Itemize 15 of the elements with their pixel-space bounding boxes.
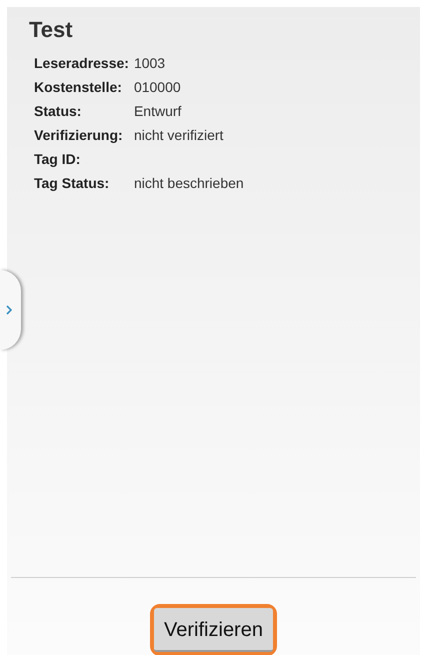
field-value: nicht verifiziert — [134, 126, 224, 145]
field-label: Verifizierung: — [34, 126, 124, 145]
drawer-handle[interactable] — [0, 270, 21, 350]
field-label: Kostenstelle: — [34, 78, 123, 97]
field-value: nicht beschrieben — [134, 174, 245, 193]
field-label: Tag Status: — [34, 174, 110, 193]
chevron-right-icon — [6, 305, 12, 315]
field-value: 010000 — [134, 78, 182, 97]
page-title: Test — [28, 16, 74, 44]
field-value: Entwurf — [134, 102, 182, 121]
verify-button[interactable]: Verifizieren — [150, 604, 277, 655]
field-label: Status: — [34, 102, 82, 121]
field-value: 1003 — [134, 54, 166, 73]
field-label: Leseradresse: — [34, 54, 129, 73]
field-label: Tag ID: — [34, 150, 82, 169]
